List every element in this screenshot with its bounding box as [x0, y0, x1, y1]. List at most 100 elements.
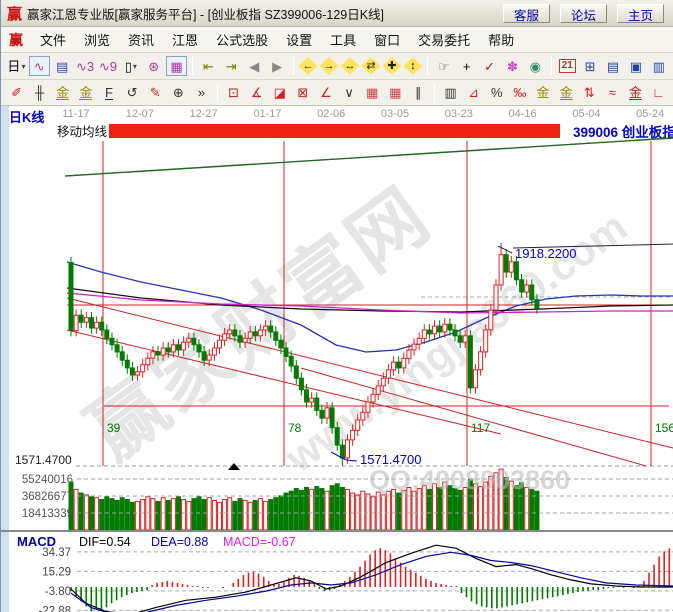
menu-news[interactable]: 资讯 [119, 27, 163, 52]
menu-items: 文件浏览资讯江恩公式选股设置工具窗口交易委托帮助 [31, 27, 523, 52]
gann-count-label: 156 [655, 421, 673, 435]
vertical-measure-button[interactable]: ⇅ [579, 83, 600, 103]
toolbar-separator [434, 84, 435, 102]
last-page-button[interactable]: ⇥ [221, 56, 242, 76]
gold-circle-button[interactable]: 金 [532, 83, 553, 103]
wave-band-button[interactable]: ≈ [602, 83, 623, 103]
gann-rose-button[interactable]: ✽ [502, 56, 523, 76]
last-page-icon: ⇥ [226, 60, 237, 73]
kline-period-icon: 日 [7, 60, 20, 73]
scale-ruler-button[interactable]: ▥ [440, 83, 461, 103]
window-left-strip [1, 106, 9, 612]
percent-lines-button[interactable]: ‰ [509, 83, 530, 103]
macd-histogram [71, 548, 669, 611]
pan-left-button[interactable]: ← [299, 57, 318, 75]
globe-button[interactable]: ◉ [525, 56, 546, 76]
notepad-button[interactable]: ▤ [603, 56, 624, 76]
macd-axis-label: -22.88 [38, 605, 71, 612]
app-logo-icon: 赢 [7, 3, 22, 24]
zoom-out-horizontal-button[interactable]: ↔ [340, 57, 359, 75]
highlight-banner [109, 124, 560, 138]
forum-button[interactable]: 论坛 [560, 4, 607, 23]
gold-ratio-a-button[interactable]: 金 [52, 83, 73, 103]
menu-help[interactable]: 帮助 [479, 27, 523, 52]
toolbar-separator [427, 57, 428, 75]
prev-bar-button[interactable]: ◀ [244, 56, 265, 76]
price-low-axis-label: 1571.4700 [15, 453, 72, 467]
gold-ratio-b-button[interactable]: 金 [75, 83, 96, 103]
kline-period-button[interactable]: 日▾ [6, 56, 27, 76]
candle-style-button[interactable]: ▯▾ [120, 56, 141, 76]
paint-brush-button[interactable]: ✐ [6, 83, 27, 103]
menu-logo-icon: 赢 [9, 30, 23, 50]
zigzag-line-icon: ∨ [344, 86, 354, 99]
gold-lines-button[interactable]: 金 [556, 83, 577, 103]
titlebar-buttons: 客服 论坛 主页 [503, 4, 664, 23]
wave-segment-3-button[interactable]: ∿3 [75, 56, 96, 76]
percent-button[interactable]: % [486, 83, 507, 103]
zoom-vertical-button[interactable]: ↕ [403, 57, 422, 75]
date-label: 01-17 [253, 108, 281, 120]
grid-red-b-button[interactable]: ▦ [385, 83, 406, 103]
menu-tools[interactable]: 工具 [321, 27, 365, 52]
date-label: 04-16 [509, 108, 537, 120]
spiral-5-button[interactable]: ↺ [122, 83, 143, 103]
save-icon: ▣ [630, 60, 642, 73]
calculator-button[interactable]: ⊞ [580, 56, 601, 76]
move-all-directions-button[interactable]: ✚ [382, 57, 401, 75]
menu-file[interactable]: 文件 [31, 27, 75, 52]
menu-gann[interactable]: 江恩 [163, 27, 207, 52]
menu-window[interactable]: 窗口 [365, 27, 409, 52]
date-label: 03-05 [381, 108, 409, 120]
wave-segment-9-button[interactable]: ∿9 [98, 56, 119, 76]
menu-settings[interactable]: 设置 [277, 27, 321, 52]
customer-service-button[interactable]: 客服 [503, 4, 550, 23]
next-bar-button[interactable]: ▶ [267, 56, 288, 76]
save-button[interactable]: ▣ [625, 56, 646, 76]
chart-area: 赢家财富网www.yingjia360.com11-1712-0712-2701… [1, 106, 673, 612]
gann-wheel-button[interactable]: ⊛ [143, 56, 164, 76]
gann-fan-button[interactable]: ∡ [246, 83, 267, 103]
print-button[interactable]: ▥ [648, 56, 669, 76]
angle-lines-button[interactable]: ∠ [315, 83, 336, 103]
fan-box-button[interactable]: ◪ [269, 83, 290, 103]
first-page-button[interactable]: ⇤ [198, 56, 219, 76]
drag-hand-button[interactable]: ☞ [433, 56, 454, 76]
ma-label: 移动均线 [57, 125, 108, 139]
pan-left-icon: ← [302, 61, 313, 72]
menu-formula-stockpick[interactable]: 公式选股 [207, 27, 277, 52]
menu-browse[interactable]: 浏览 [75, 27, 119, 52]
angle-ray-button[interactable]: ∟ [648, 83, 669, 103]
time-circle-icon: ⊕ [173, 86, 184, 99]
volume-axis-label: 18413339 [22, 508, 73, 520]
colored-kline-button[interactable]: ▦ [166, 56, 187, 76]
mark-check-button[interactable]: ✓ [479, 56, 500, 76]
calendar-button[interactable]: 21 [557, 56, 578, 76]
gann-pattern-button[interactable]: ∿ [29, 56, 50, 76]
time-circle-button[interactable]: ⊕ [168, 83, 189, 103]
trade-notes-button[interactable]: ▤ [52, 56, 73, 76]
parallel-lines-button[interactable]: ∥ [408, 83, 429, 103]
home-button[interactable]: 主页 [617, 4, 664, 23]
brush-ruler-button[interactable]: ✎ [145, 83, 166, 103]
comb-gauge-button[interactable]: ╫ [29, 83, 50, 103]
gold-underline-button[interactable]: 金 [625, 83, 646, 103]
more-tools-button[interactable]: » [191, 83, 212, 103]
grid-red-a-button[interactable]: ▦ [362, 83, 383, 103]
zoom-in-horizontal-button[interactable]: ⇄ [361, 57, 380, 75]
price-box-button[interactable]: ⊡ [223, 83, 244, 103]
zoom-out-horizontal-icon: ↔ [344, 61, 355, 72]
percent-triangle-button[interactable]: ⊿ [463, 83, 484, 103]
pan-right-button[interactable]: → [319, 57, 338, 75]
fibonacci-f-button[interactable]: F [98, 83, 119, 103]
fan-grid-button[interactable]: ⊠ [292, 83, 313, 103]
mark-check-icon: ✓ [484, 60, 495, 73]
prev-bar-icon: ◀ [249, 60, 259, 73]
fan-box-icon: ◪ [274, 86, 286, 99]
dropdown-caret-icon: ▾ [21, 62, 25, 71]
kline-chart-canvas[interactable]: 赢家财富网www.yingjia360.com11-1712-0712-2701… [1, 106, 673, 612]
macd-axis-label: 34.37 [42, 547, 71, 559]
menu-trade[interactable]: 交易委托 [409, 27, 479, 52]
crosshair-button[interactable]: + [456, 56, 477, 76]
zigzag-line-button[interactable]: ∨ [339, 83, 360, 103]
